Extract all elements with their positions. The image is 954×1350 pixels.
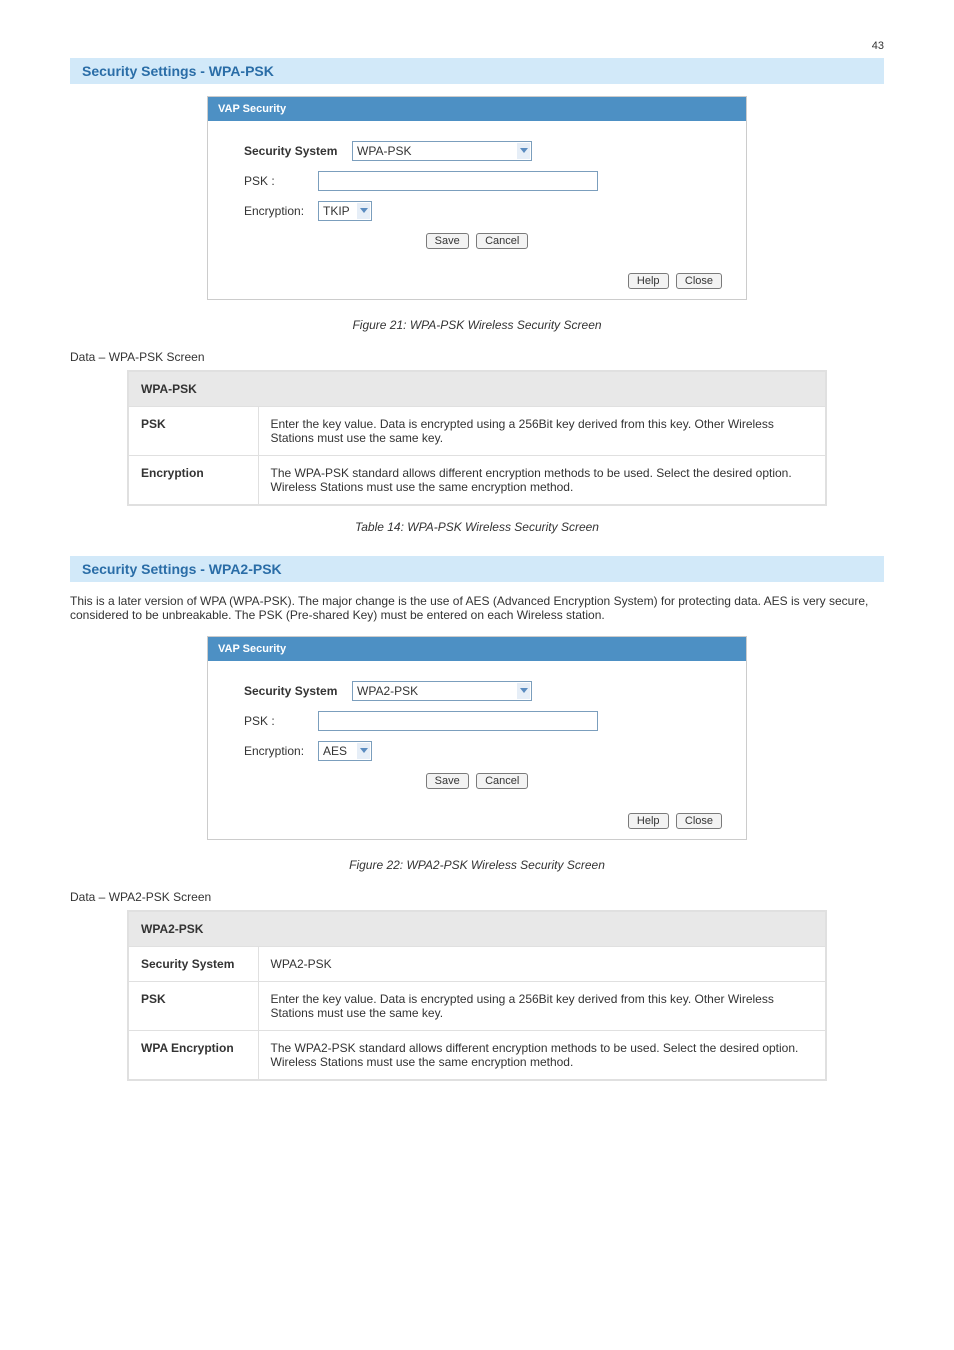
- chevron-down-icon: [357, 203, 370, 219]
- row-label: WPA Encryption: [128, 1031, 258, 1081]
- row-label: Encryption: [128, 456, 258, 506]
- row-desc: Enter the key value. Data is encrypted u…: [258, 407, 826, 456]
- table-row: Encryption The WPA-PSK standard allows d…: [128, 456, 826, 506]
- table-row: PSK Enter the key value. Data is encrypt…: [128, 407, 826, 456]
- cancel-button[interactable]: Cancel: [476, 773, 528, 789]
- row-label: Security System: [128, 947, 258, 982]
- table-intro: Data – WPA-PSK Screen: [70, 350, 884, 364]
- dialog-wpa-psk: VAP Security Security System WPA-PSK PSK…: [207, 96, 747, 300]
- security-system-select[interactable]: WPA2-PSK: [352, 681, 532, 701]
- page-number: 43: [70, 40, 884, 52]
- figure-caption: Figure 22: WPA2-PSK Wireless Security Sc…: [70, 858, 884, 872]
- psk-input[interactable]: [318, 171, 598, 191]
- chevron-down-icon: [517, 143, 530, 159]
- help-button[interactable]: Help: [628, 273, 669, 289]
- cancel-button[interactable]: Cancel: [476, 233, 528, 249]
- table-row: PSK Enter the key value. Data is encrypt…: [128, 982, 826, 1031]
- close-button[interactable]: Close: [676, 813, 722, 829]
- table-row: Security System WPA2-PSK: [128, 947, 826, 982]
- row-desc: Enter the key value. Data is encrypted u…: [258, 982, 826, 1031]
- row-label: PSK: [128, 407, 258, 456]
- heading-wpa2-psk: Security Settings - WPA2-PSK: [70, 556, 884, 582]
- dialog-wpa2-psk: VAP Security Security System WPA2-PSK PS…: [207, 636, 747, 840]
- close-button[interactable]: Close: [676, 273, 722, 289]
- psk-label: PSK :: [244, 174, 318, 188]
- encryption-select[interactable]: AES: [318, 741, 372, 761]
- dialog-title: VAP Security: [208, 637, 746, 661]
- table-header: WPA-PSK: [128, 371, 826, 407]
- settings-table-wpa2-psk: WPA2-PSK Security System WPA2-PSK PSK En…: [127, 910, 827, 1081]
- chevron-down-icon: [357, 743, 370, 759]
- table-row: WPA Encryption The WPA2-PSK standard all…: [128, 1031, 826, 1081]
- security-system-label: Security System: [244, 144, 352, 158]
- figure-caption: Figure 21: WPA-PSK Wireless Security Scr…: [70, 318, 884, 332]
- section-intro: This is a later version of WPA (WPA-PSK)…: [70, 594, 884, 622]
- row-desc: WPA2-PSK: [258, 947, 826, 982]
- row-label: PSK: [128, 982, 258, 1031]
- encryption-label: Encryption:: [244, 204, 318, 218]
- heading-wpa-psk: Security Settings - WPA-PSK: [70, 58, 884, 84]
- security-system-value: WPA-PSK: [357, 144, 411, 158]
- help-button[interactable]: Help: [628, 813, 669, 829]
- row-desc: The WPA2-PSK standard allows different e…: [258, 1031, 826, 1081]
- table-caption: Table 14: WPA-PSK Wireless Security Scre…: [70, 520, 884, 534]
- encryption-value: TKIP: [323, 204, 350, 218]
- psk-label: PSK :: [244, 714, 318, 728]
- security-system-select[interactable]: WPA-PSK: [352, 141, 532, 161]
- security-system-label: Security System: [244, 684, 352, 698]
- table-header: WPA2-PSK: [128, 911, 826, 947]
- settings-table-wpa-psk: WPA-PSK PSK Enter the key value. Data is…: [127, 370, 827, 506]
- encryption-label: Encryption:: [244, 744, 318, 758]
- psk-input[interactable]: [318, 711, 598, 731]
- chevron-down-icon: [517, 683, 530, 699]
- encryption-select[interactable]: TKIP: [318, 201, 372, 221]
- save-button[interactable]: Save: [426, 233, 469, 249]
- encryption-value: AES: [323, 744, 347, 758]
- row-desc: The WPA-PSK standard allows different en…: [258, 456, 826, 506]
- save-button[interactable]: Save: [426, 773, 469, 789]
- security-system-value: WPA2-PSK: [357, 684, 418, 698]
- dialog-title: VAP Security: [208, 97, 746, 121]
- table-intro: Data – WPA2-PSK Screen: [70, 890, 884, 904]
